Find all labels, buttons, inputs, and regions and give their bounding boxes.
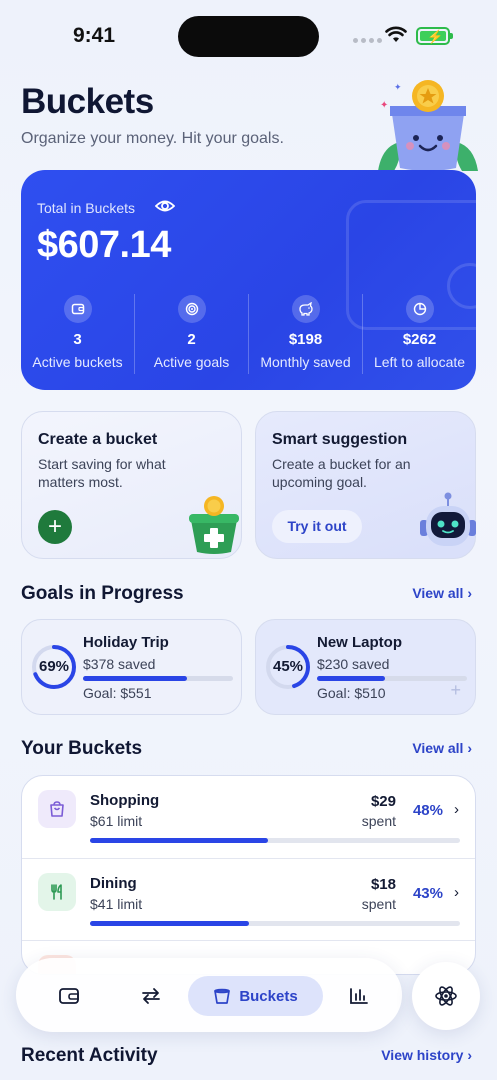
goal-percent: 45%	[272, 658, 304, 675]
wallet-icon	[63, 295, 92, 323]
bucket-progress-bar	[90, 838, 460, 843]
total-amount: $607.14	[37, 224, 171, 266]
goal-card-new-laptop[interactable]: 45% New Laptop $230 saved Goal: $510 +	[255, 619, 476, 715]
bucket-name: Dining	[90, 875, 137, 892]
bucket-name: Shopping	[90, 792, 160, 809]
bucket-row-dining[interactable]: Dining $41 limit $18 spent 43% ›	[22, 858, 475, 940]
atom-icon	[435, 986, 457, 1006]
goal-name: New Laptop	[317, 634, 402, 651]
goal-target: Goal: $510	[317, 685, 386, 701]
try-it-out-button[interactable]: Try it out	[272, 510, 362, 543]
goal-card-holiday-trip[interactable]: 69% Holiday Trip $378 saved Goal: $551	[21, 619, 242, 715]
bucket-illustration-icon	[189, 496, 239, 554]
stat-label: Active goals	[153, 354, 230, 370]
create-bucket-card[interactable]: Create a bucket Start saving for what ma…	[21, 411, 242, 559]
tab-buckets[interactable]: Buckets	[188, 976, 323, 1016]
wallet-icon	[59, 988, 79, 1004]
tab-bar: Buckets	[16, 958, 402, 1032]
tab-stats[interactable]	[344, 976, 374, 1016]
battery-icon: ⚡	[416, 27, 453, 45]
bucket-spent-label: spent	[361, 813, 396, 829]
buckets-section-title: Your Buckets	[21, 738, 143, 759]
tab-wallet[interactable]	[54, 976, 84, 1016]
target-icon	[177, 295, 206, 323]
stat-label: Monthly saved	[260, 354, 351, 370]
goal-target: Goal: $551	[83, 685, 152, 701]
smart-suggestion-title: Smart suggestion	[272, 431, 408, 448]
robot-icon	[420, 492, 476, 546]
bucket-percent: 43%	[412, 885, 443, 902]
stat-value: 2	[187, 331, 196, 348]
piggy-bank-icon	[291, 295, 320, 323]
bucket-spent-amount: $18	[370, 876, 396, 893]
fork-knife-icon	[38, 873, 76, 911]
stat-label: Left to allocate	[373, 354, 466, 370]
ai-assistant-button[interactable]	[412, 962, 480, 1030]
goals-section-title: Goals in Progress	[21, 583, 184, 604]
bucket-row-shopping[interactable]: Shopping $61 limit $29 spent 48% ›	[22, 776, 475, 858]
page-subtitle: Organize your money. Hit your goals.	[21, 130, 284, 147]
stat-active-buckets: 3 Active buckets	[21, 294, 134, 374]
stat-label: Active buckets	[32, 354, 123, 370]
chevron-right-icon: ›	[467, 1047, 472, 1063]
bucket-spent-amount: $29	[370, 793, 396, 810]
stat-left-to-allocate: $262 Left to allocate	[362, 294, 476, 374]
goal-progress-bar	[83, 676, 233, 681]
chevron-right-icon: ›	[454, 884, 459, 901]
bucket-limit: $61 limit	[90, 813, 143, 829]
create-bucket-description: Start saving for what matters most.	[38, 456, 166, 490]
view-all-label: View all	[412, 585, 464, 601]
wifi-icon	[385, 26, 407, 42]
transfer-icon	[142, 988, 160, 1004]
bucket-percent: 48%	[412, 802, 443, 819]
shopping-bag-icon	[38, 790, 76, 828]
recent-activity-title: Recent Activity	[21, 1045, 158, 1066]
stat-active-goals: 2 Active goals	[134, 294, 248, 374]
stat-value: $262	[402, 331, 437, 348]
create-bucket-title: Create a bucket	[38, 431, 158, 448]
signal-icon	[353, 38, 382, 43]
stats-row: 3 Active buckets 2 Active goals $198 Mon…	[21, 294, 476, 374]
chevron-right-icon: ›	[467, 740, 472, 756]
eye-icon[interactable]	[155, 198, 175, 214]
bucket-limit: $41 limit	[90, 896, 143, 912]
chevron-right-icon: ›	[454, 801, 459, 818]
bar-chart-icon	[350, 988, 368, 1004]
smart-suggestion-description: Create a bucket for an upcoming goal.	[272, 456, 411, 490]
view-history-link[interactable]: View history ›	[381, 1047, 472, 1063]
svg-text:✦: ✦	[380, 100, 388, 111]
goals-view-all-link[interactable]: View all ›	[412, 585, 472, 601]
goal-percent: 69%	[38, 658, 70, 675]
svg-text:✦: ✦	[394, 83, 402, 93]
goal-name: Holiday Trip	[83, 634, 169, 651]
tab-transfers[interactable]	[136, 976, 166, 1016]
buckets-list: Shopping $61 limit $29 spent 48% › Dinin…	[21, 775, 476, 975]
stat-value: 3	[73, 331, 82, 348]
status-time: 9:41	[73, 24, 116, 47]
plus-decoration-icon: +	[450, 680, 461, 700]
view-history-label: View history	[381, 1047, 464, 1063]
bucket-progress-bar	[90, 921, 460, 926]
smart-suggestion-card[interactable]: Smart suggestion Create a bucket for an …	[255, 411, 476, 559]
total-balance-card: Total in Buckets $607.14 3 Active bucket…	[21, 170, 476, 390]
pie-chart-icon	[405, 295, 434, 323]
stat-value: $198	[288, 331, 323, 348]
total-label: Total in Buckets	[37, 200, 136, 216]
tab-buckets-label: Buckets	[239, 987, 298, 1005]
bucket-mascot-icon: ✦ ✦	[378, 80, 478, 171]
goal-saved: $378 saved	[83, 656, 156, 672]
dynamic-island	[178, 16, 319, 57]
bucket-icon	[214, 988, 231, 1004]
chevron-right-icon: ›	[467, 585, 472, 601]
bucket-spent-label: spent	[361, 896, 396, 912]
goal-saved: $230 saved	[317, 656, 390, 672]
buckets-view-all-link[interactable]: View all ›	[412, 740, 472, 756]
view-all-label: View all	[412, 740, 464, 756]
stat-monthly-saved: $198 Monthly saved	[248, 294, 362, 374]
add-bucket-button[interactable]: +	[38, 510, 72, 544]
status-bar: 9:41 ⚡	[0, 0, 497, 70]
goal-progress-bar	[317, 676, 467, 681]
page-title: Buckets	[21, 82, 154, 121]
